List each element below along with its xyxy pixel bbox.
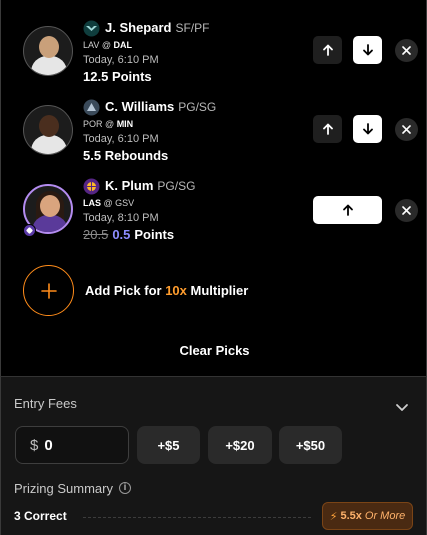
- less-button[interactable]: [353, 115, 382, 143]
- game-time: Today, 6:10 PM: [83, 133, 159, 145]
- more-button[interactable]: [313, 36, 342, 64]
- player-name: J. Shepard SF/PF: [105, 20, 210, 35]
- close-icon: [402, 125, 411, 134]
- add-5-button[interactable]: +$5: [137, 426, 200, 464]
- remove-pick-button[interactable]: [395, 199, 418, 222]
- prizing-summary-title: Prizing Summary: [14, 481, 131, 496]
- stat-line: 12.5 Points: [83, 69, 152, 84]
- lightning-icon: ⚡: [329, 510, 338, 523]
- add-pick-button[interactable]: [23, 265, 74, 316]
- remove-pick-button[interactable]: [395, 39, 418, 62]
- correct-count-label: 3 Correct: [14, 509, 67, 523]
- player-avatar: [23, 105, 73, 155]
- entry-fee-input[interactable]: $ 0: [15, 426, 129, 464]
- pick-row: C. Williams PG/SG POR @ MIN Today, 6:10 P…: [1, 93, 427, 173]
- remove-pick-button[interactable]: [395, 118, 418, 141]
- pick-row: J. Shepard SF/PF LAV @ DAL Today, 6:10 PM…: [1, 14, 427, 94]
- plus-icon: [40, 282, 57, 299]
- stat-line: 20.5 0.5 Points: [83, 227, 175, 242]
- arrow-up-icon: [322, 123, 333, 135]
- entry-fee-value: 0: [44, 436, 53, 454]
- old-line-value: 20.5: [83, 227, 109, 242]
- team-logo-icon: [83, 20, 100, 37]
- more-button[interactable]: [313, 115, 342, 143]
- game-time: Today, 8:10 PM: [83, 212, 159, 224]
- stat-line: 5.5 Rebounds: [83, 148, 169, 163]
- arrow-up-icon: [342, 204, 353, 216]
- leader-dots: [83, 517, 311, 518]
- matchup: LAS @ GSV: [83, 198, 135, 208]
- pick-row: K. Plum PG/SG LAS @ GSV Today, 8:10 PM 20…: [1, 172, 427, 252]
- entry-fees-title: Entry Fees: [14, 396, 77, 411]
- close-icon: [402, 46, 411, 55]
- player-name: K. Plum PG/SG: [105, 178, 196, 193]
- close-icon: [402, 206, 411, 215]
- currency-symbol: $: [30, 436, 39, 454]
- add-50-button[interactable]: +$50: [279, 426, 342, 464]
- arrow-up-icon: [322, 44, 333, 56]
- payout-multiplier-badge: ⚡ 5.5x Or More: [322, 502, 413, 530]
- add-pick-label[interactable]: Add Pick for 10x Multiplier: [85, 283, 248, 298]
- player-avatar: [23, 26, 73, 76]
- team-logo-icon: [83, 178, 100, 195]
- team-logo-icon: [83, 99, 100, 116]
- picks-panel: J. Shepard SF/PF LAV @ DAL Today, 6:10 PM…: [0, 0, 427, 376]
- chevron-down-icon[interactable]: [394, 399, 410, 415]
- entry-section: Entry Fees $ 0 +$5 +$20 +$50 Prizing Sum…: [0, 376, 427, 535]
- info-icon[interactable]: [118, 482, 131, 494]
- less-button[interactable]: [353, 36, 382, 64]
- add-20-button[interactable]: +$20: [208, 426, 272, 464]
- matchup: POR @ MIN: [83, 119, 134, 129]
- game-time: Today, 6:10 PM: [83, 54, 159, 66]
- more-button[interactable]: [313, 196, 382, 224]
- discounted-line-value: 0.5: [112, 227, 131, 242]
- arrow-down-icon: [362, 44, 373, 56]
- arrow-down-icon: [362, 123, 373, 135]
- clear-picks-button[interactable]: Clear Picks: [1, 343, 427, 358]
- player-name: C. Williams PG/SG: [105, 99, 217, 114]
- boost-badge-icon: [23, 224, 36, 237]
- matchup: LAV @ DAL: [83, 40, 133, 50]
